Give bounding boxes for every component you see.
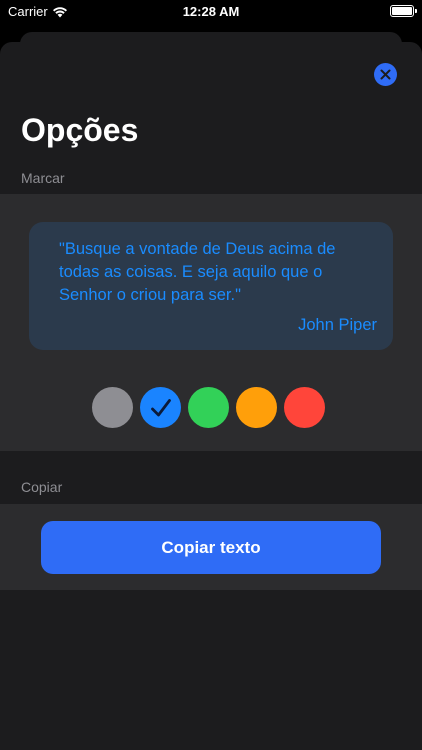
color-swatch-orange[interactable] — [236, 387, 277, 428]
quote-card: "Busque a vontade de Deus acima de todas… — [29, 222, 393, 350]
section-label-copy: Copiar — [21, 479, 63, 495]
color-swatch-red[interactable] — [284, 387, 325, 428]
page-title: Opções — [21, 112, 139, 148]
copy-text-button[interactable]: Copiar texto — [41, 521, 381, 574]
status-bar: Carrier 12:28 AM — [0, 0, 422, 24]
color-swatch-gray[interactable] — [92, 387, 133, 428]
battery-icon — [390, 5, 417, 17]
close-button[interactable] — [374, 63, 397, 86]
color-picker — [92, 387, 332, 429]
close-icon — [380, 69, 391, 80]
checkmark-icon — [150, 398, 171, 416]
quote-author: John Piper — [298, 316, 377, 334]
quote-text: "Busque a vontade de Deus acima de todas… — [59, 240, 336, 304]
section-label-highlight: Marcar — [21, 170, 65, 186]
color-swatch-blue[interactable] — [140, 387, 181, 428]
status-time: 12:28 AM — [182, 4, 240, 19]
color-swatch-green[interactable] — [188, 387, 229, 428]
